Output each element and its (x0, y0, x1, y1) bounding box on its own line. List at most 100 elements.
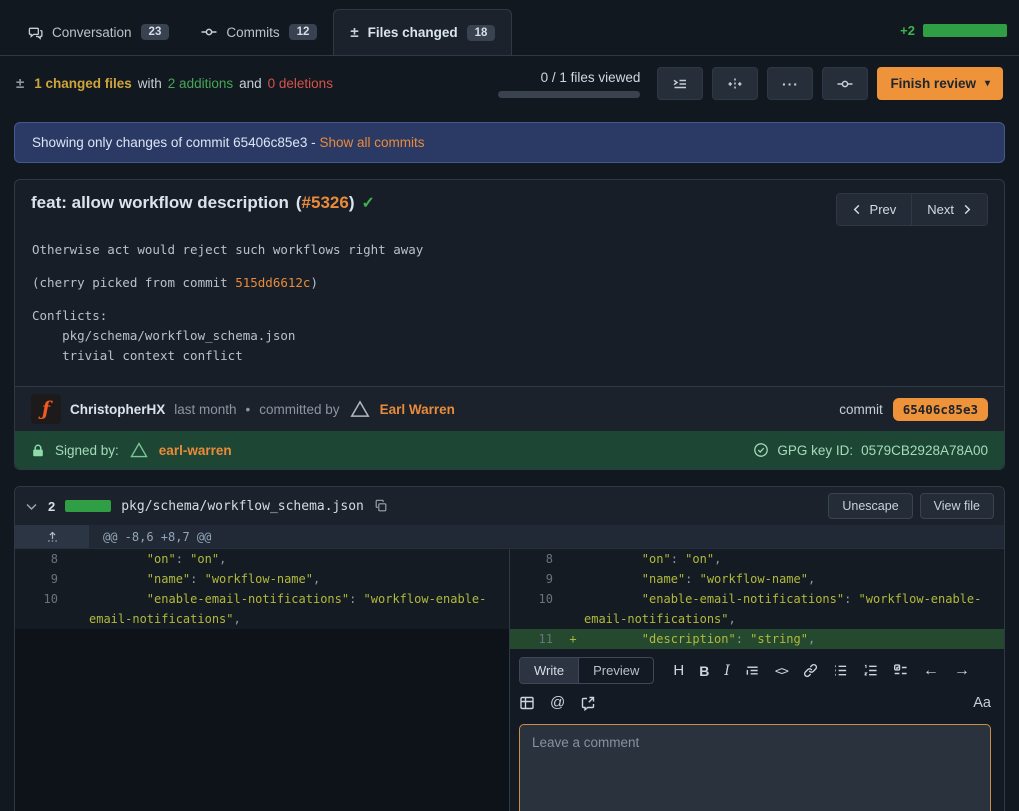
code-icon[interactable]: <> (775, 663, 788, 678)
file-name[interactable]: pkg/schema/workflow_schema.json (121, 499, 364, 514)
diff-code: "name": "workflow-name", (89, 569, 509, 589)
link-icon[interactable] (803, 663, 818, 678)
reference-icon[interactable] (580, 695, 596, 711)
committer-name-link[interactable]: Earl Warren (380, 402, 455, 417)
cherry-pick-close: ) (310, 275, 318, 290)
diff-old-column: 8 "on": "on",9 "name": "workflow-name",1… (15, 549, 509, 811)
committer-avatar[interactable] (349, 398, 371, 420)
diff-sign (562, 549, 584, 569)
signed-by-row: Signed by: earl-warren GPG key ID: 0579C… (15, 431, 1004, 469)
diff-icon: ± (16, 75, 24, 92)
diff-sign: + (562, 629, 584, 649)
banner-text: Showing only changes of commit 65406c85e… (32, 135, 316, 150)
conflicts-note: trivial context conflict (32, 348, 243, 363)
diff-code: "description": "string", (584, 629, 1004, 649)
author-avatar[interactable]: ƒ (31, 394, 61, 424)
conversation-icon (28, 25, 43, 40)
ordered-list-icon[interactable] (863, 663, 878, 678)
check-icon: ✓ (362, 193, 375, 213)
conflicts-file: pkg/schema/workflow_schema.json (32, 328, 295, 343)
split-view-icon (727, 76, 743, 92)
signer-name-link[interactable]: earl-warren (159, 443, 232, 458)
diff-new-lines: 8 "on": "on",9 "name": "workflow-name",1… (510, 549, 1004, 649)
tab-files-changed[interactable]: ± Files changed 18 (333, 9, 512, 55)
arrow-left-icon[interactable]: ← (923, 662, 939, 680)
diff-old-lines: 8 "on": "on",9 "name": "workflow-name",1… (15, 549, 509, 629)
commit-label: commit (839, 402, 883, 417)
signed-by-label: Signed by: (55, 443, 119, 458)
commit-meta-row: ƒ ChristopherHX last month • committed b… (15, 386, 1004, 431)
commit-icon (837, 76, 853, 92)
diff-toolbar: ± 1 changed files with 2 additions and 0… (0, 56, 1019, 110)
tab-conversation[interactable]: Conversation 23 (12, 9, 185, 55)
additions-bar (923, 24, 1007, 37)
commit-sha-badge[interactable]: 65406c85e3 (893, 398, 988, 421)
mention-icon[interactable]: @ (550, 694, 565, 711)
tab-commits-label: Commits (226, 25, 279, 40)
unescape-button[interactable]: Unescape (828, 493, 912, 519)
gpg-key-id: 0579CB2928A78A00 (861, 443, 988, 458)
tab-conversation-count: 23 (141, 24, 170, 40)
quote-icon[interactable] (745, 663, 760, 678)
task-list-icon[interactable] (893, 663, 908, 678)
tab-preview[interactable]: Preview (578, 658, 653, 683)
tab-write[interactable]: Write (520, 658, 578, 683)
bold-icon[interactable]: B (699, 663, 709, 679)
line-number[interactable]: 8 (15, 549, 67, 569)
line-number[interactable]: 10 (510, 589, 562, 629)
diff-line: 8 "on": "on", (15, 549, 509, 569)
diff-sign (67, 569, 89, 589)
finish-review-button[interactable]: Finish review ▾ (877, 67, 1003, 100)
copy-path-icon[interactable] (374, 499, 388, 513)
finish-review-label: Finish review (890, 76, 976, 91)
comment-input[interactable] (519, 724, 991, 811)
commit-body-line: (cherry picked from commit 515dd6612c) (32, 273, 987, 293)
prev-commit-button[interactable]: Prev (837, 194, 912, 225)
cherry-pick-sha-link[interactable]: 515dd6612c (235, 275, 310, 290)
diff-code: "name": "workflow-name", (584, 569, 1004, 589)
unordered-list-icon[interactable] (833, 663, 848, 678)
commit-message-box: feat: allow workflow description (#5326)… (14, 179, 1005, 470)
gpg-key-label: GPG key ID: (777, 443, 853, 458)
cherry-pick-text: (cherry picked from commit (32, 275, 235, 290)
commit-time: last month (174, 402, 236, 417)
commit-filter-banner: Showing only changes of commit 65406c85e… (14, 122, 1005, 163)
tab-commits[interactable]: Commits 12 (185, 9, 333, 55)
italic-icon[interactable]: I (724, 663, 730, 679)
file-tree-button[interactable] (657, 67, 703, 100)
diff-sign (67, 549, 89, 569)
tab-commits-count: 12 (289, 24, 318, 40)
view-file-button[interactable]: View file (920, 493, 994, 519)
collapse-file-icon[interactable] (25, 500, 38, 513)
pull-request-files-page: Conversation 23 Commits 12 ± Files chang… (0, 0, 1019, 811)
pr-number-link[interactable]: #5326 (302, 193, 349, 212)
author-name-link[interactable]: ChristopherHX (70, 402, 165, 417)
diff-line: 10 "enable-email-notifications": "workfl… (510, 589, 1004, 629)
line-number[interactable]: 9 (15, 569, 67, 589)
diff-line: 9 "name": "workflow-name", (15, 569, 509, 589)
next-commit-button[interactable]: Next (911, 194, 987, 225)
diff-line: 11+ "description": "string", (510, 629, 1004, 649)
show-all-commits-link[interactable]: Show all commits (319, 135, 424, 150)
line-number[interactable]: 9 (510, 569, 562, 589)
split-view-button[interactable] (712, 67, 758, 100)
table-icon[interactable] (519, 695, 535, 711)
commit-select-button[interactable] (822, 67, 868, 100)
changed-files-summary: ± 1 changed files with 2 additions and 0… (16, 75, 333, 92)
heading-icon[interactable]: H (673, 662, 684, 679)
more-options-button[interactable]: ··· (767, 67, 813, 100)
line-number[interactable]: 11 (510, 629, 562, 649)
signer-avatar[interactable] (129, 440, 149, 460)
dot-separator: • (246, 402, 251, 417)
deletions-text: 0 deletions (268, 76, 333, 91)
diff-line: 8 "on": "on", (510, 549, 1004, 569)
line-number[interactable]: 10 (15, 589, 67, 629)
diff-file-header: 2 pkg/schema/workflow_schema.json Unesca… (15, 487, 1004, 525)
editor-mode-toggle[interactable]: Aa (973, 695, 991, 711)
ellipsis-icon: ··· (782, 76, 799, 92)
tab-files-changed-label: Files changed (368, 25, 458, 40)
arrow-right-icon[interactable]: → (954, 662, 970, 680)
expand-hunk-button[interactable] (15, 525, 89, 548)
line-number[interactable]: 8 (510, 549, 562, 569)
chevron-right-icon (962, 204, 972, 215)
